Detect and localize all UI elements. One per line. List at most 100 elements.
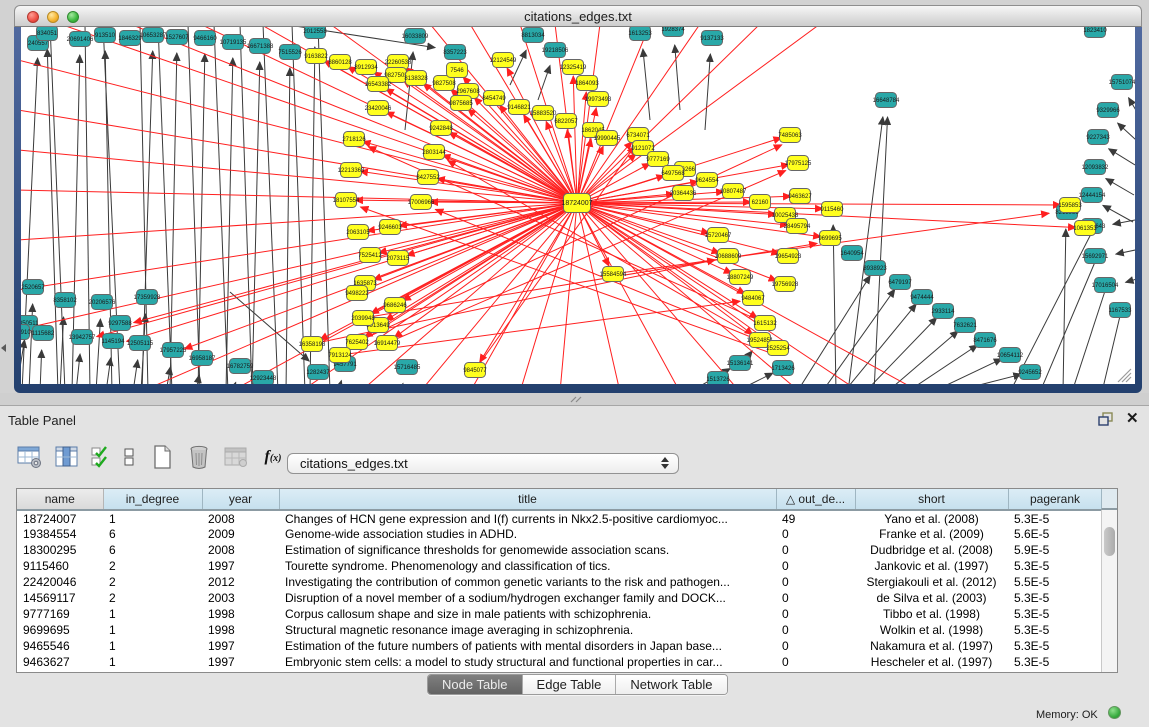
network-node[interactable]: 9115460 [821,202,845,217]
network-node[interactable]: 1167533 [1109,303,1133,318]
column-header-pagerank[interactable]: pagerank [1008,489,1102,510]
network-node[interactable]: 12444154 [1079,188,1106,203]
network-node[interactable]: 18807249 [727,270,754,285]
network-node[interactable]: 913510 [95,28,116,43]
network-node[interactable]: 1713426 [771,361,795,376]
network-node[interactable]: 2803144 [422,145,446,160]
network-node[interactable]: 8471676 [973,333,997,348]
column-header-year[interactable]: year [202,489,279,510]
network-node[interactable]: 1595853 [1058,198,1082,213]
network-node[interactable]: 12325419 [560,60,587,75]
vertical-scrollbar[interactable] [1101,510,1117,672]
network-node[interactable]: 12124549 [490,53,517,68]
tab-node-table[interactable]: Node Table [428,675,523,694]
network-node[interactable]: 9227343 [1086,130,1110,145]
network-node[interactable]: 7485063 [778,128,802,143]
network-node[interactable]: 16033809 [402,29,429,44]
delete-table-disabled-icon[interactable] [222,443,250,471]
network-node[interactable]: 19654923 [775,249,802,264]
network-node[interactable]: 2063105 [346,225,370,240]
table-row[interactable]: 911546021997Tourette syndrome. Phenomeno… [17,558,1102,574]
network-node[interactable]: 6822057 [554,114,578,129]
network-node[interactable]: 17359928 [134,290,161,305]
network-node[interactable]: 17006966 [408,195,435,210]
network-node[interactable]: 1527607 [165,30,189,45]
network-node[interactable]: 20364436 [670,186,697,201]
network-node[interactable]: 2525254 [766,341,790,356]
network-node[interactable]: 9777169 [646,152,670,167]
network-node[interactable]: 2073115 [387,251,411,266]
network-node[interactable]: 17975125 [785,156,812,171]
network-node[interactable]: 17016504 [1092,278,1119,293]
network-node[interactable]: 6497568 [661,166,685,181]
network-node[interactable]: 1928374 [661,27,685,37]
network-node[interactable]: 2039948 [351,311,375,326]
window-resize-grip[interactable] [1118,369,1131,382]
network-node[interactable]: 9297588 [108,316,132,331]
network-node[interactable]: 1864093 [575,76,599,91]
network-node[interactable]: 9624554 [695,173,719,188]
table-row[interactable]: 1456911722003Disruption of a novel membe… [17,590,1102,606]
table-settings-icon[interactable] [16,443,44,471]
column-header-name[interactable]: name [17,489,103,510]
network-node[interactable]: 9474444 [910,290,934,305]
network-node[interactable]: 9463627 [788,189,812,204]
network-node[interactable]: 7625402 [345,335,369,350]
network-node[interactable]: 62160 [750,195,771,210]
table-row[interactable]: 2242004622012Investigating the contribut… [17,574,1102,590]
new-document-icon[interactable] [148,443,176,471]
network-node[interactable]: 19973493 [585,92,612,107]
network-node[interactable]: 8138328 [404,71,428,86]
network-node[interactable]: 9146821 [507,100,531,115]
network-node[interactable]: 19756928 [772,277,799,292]
table-row[interactable]: 946362711997Embryonic stem cells: a mode… [17,654,1102,670]
network-node[interactable]: 1615132 [753,316,777,331]
network-node[interactable]: 8427552 [416,170,440,185]
table-row[interactable]: 969969511998Structural magnetic resonanc… [17,622,1102,638]
network-node[interactable]: 12093832 [1082,160,1109,175]
stack-icon[interactable] [119,443,139,471]
network-node[interactable]: 9163822 [304,49,328,64]
function-icon[interactable]: f(x) [259,443,287,471]
table-row[interactable]: 946554611997Estimation of the future num… [17,638,1102,654]
network-node[interactable]: 23420046 [365,101,392,116]
network-node[interactable]: 18107554 [333,193,360,208]
table-row[interactable]: 1830029562008Estimation of significance … [17,542,1102,558]
network-node[interactable]: 10653287 [140,28,167,43]
network-node[interactable]: 9466160 [193,31,217,46]
network-node[interactable]: 15883520 [530,106,557,121]
network-node[interactable]: 8357223 [443,45,467,60]
network-node[interactable]: 10654112 [997,348,1024,363]
network-node[interactable]: 19218506 [542,43,569,58]
network-node[interactable]: 8813034 [521,28,545,43]
network-node[interactable]: 19990445 [594,131,621,146]
network-node[interactable]: 10719135 [220,35,247,50]
network-node[interactable]: 16648784 [873,93,900,108]
network-node[interactable]: 7546 [447,63,468,78]
table-row[interactable]: 1872400712008Changes of HCN gene express… [17,510,1102,526]
network-node[interactable]: 7632621 [953,318,977,333]
tab-edge-table[interactable]: Edge Table [523,675,617,694]
delete-icon[interactable] [185,443,213,471]
network-window-titlebar[interactable]: citations_edges.txt [14,5,1142,27]
network-node[interactable]: 16782759 [227,359,254,374]
network-node[interactable]: 12505115 [127,336,154,351]
network-node[interactable]: 9484067 [741,291,765,306]
network-node[interactable]: 20206576 [89,295,116,310]
network-node[interactable]: 8912934 [354,60,378,75]
network-node[interactable]: 12923448 [250,371,277,385]
network-node[interactable]: 1282437 [306,365,330,380]
column-header-short[interactable]: short [855,489,1008,510]
network-node[interactable]: 9875685 [449,96,473,111]
network-node[interactable]: 1823410 [1083,27,1107,38]
network-node[interactable]: 20691406 [67,32,94,47]
network-node[interactable]: 7913124 [328,348,352,363]
network-node[interactable]: 2933114 [932,304,956,319]
network-node[interactable]: 2012558 [303,27,327,39]
network-node[interactable]: 9699695 [818,231,842,246]
network-node[interactable]: 16914479 [374,336,401,351]
network-node[interactable]: 15716485 [394,360,421,375]
scrollbar-thumb[interactable] [1104,527,1115,556]
tab-network-table[interactable]: Network Table [616,675,726,694]
network-canvas[interactable]: 2405578340512069140691351018463291065328… [21,27,1135,384]
